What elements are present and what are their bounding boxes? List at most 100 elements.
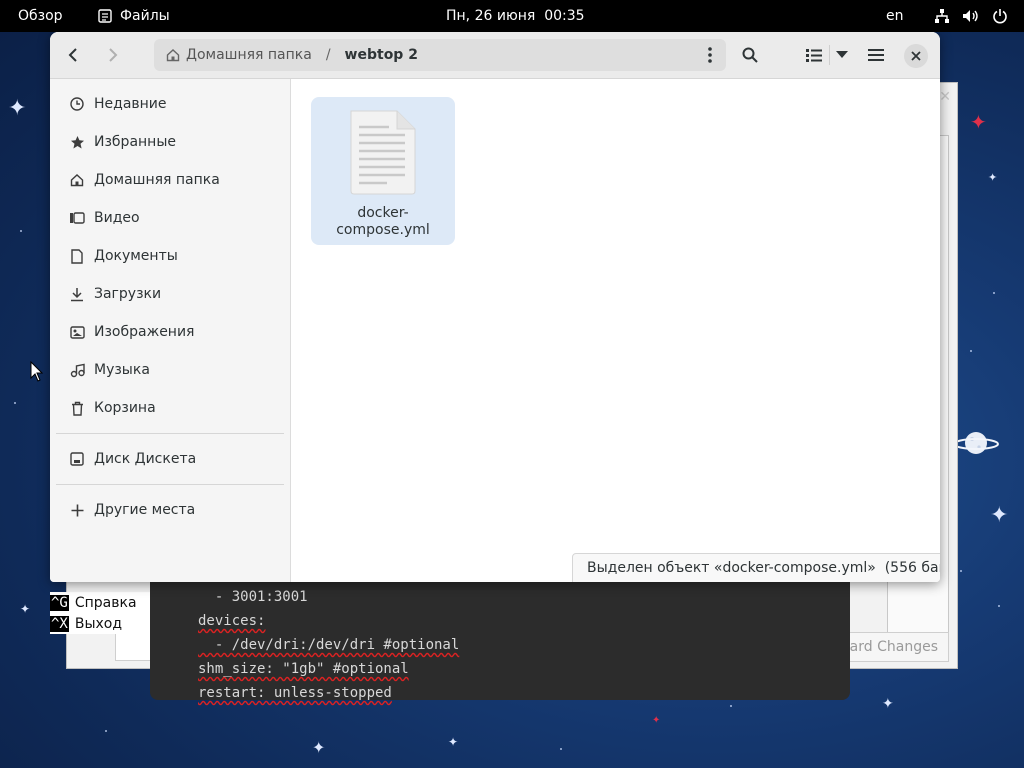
video-icon [68, 209, 86, 227]
home-icon [68, 171, 86, 189]
file-item-docker-compose[interactable]: docker- compose.yml [311, 97, 455, 245]
activities-label: Обзор [18, 8, 63, 24]
top-bar: Обзор Файлы Пн, 26 июня 00:35 en [0, 0, 1024, 32]
sidebar-separator [56, 484, 284, 485]
nano-help-item: ^G Справка [50, 592, 150, 613]
breadcrumb-home[interactable]: Домашняя папка [154, 47, 312, 63]
plus-icon [68, 501, 86, 519]
terminal-line: shm_size: "1gb" #optional [198, 661, 409, 677]
file-name: docker- compose.yml [311, 205, 455, 239]
nano-help-bar: ^G Справка ^X Выход [50, 592, 150, 634]
sidebar-item-label: Видео [94, 210, 140, 226]
terminal-line-text: - /dev/dri:/dev/dri #optional [198, 637, 460, 653]
sidebar-item-label: Недавние [94, 96, 167, 112]
breadcrumb-home-label: Домашняя папка [186, 47, 312, 63]
sidebar-item-videos[interactable]: Видео [50, 200, 290, 236]
terminal-window[interactable]: - 3001:3001 devices: - /dev/dri:/dev/dri… [150, 582, 850, 701]
file-view[interactable]: docker- compose.yml [291, 79, 940, 582]
breadcrumb-current[interactable]: webtop 2 [345, 47, 418, 63]
terminal-line-text: shm_size: "1gb" #optional [198, 661, 409, 677]
app-name-label: Файлы [120, 8, 170, 24]
keyboard-layout-label: en [886, 8, 904, 24]
clock-label: Пн, 26 июня 00:35 [446, 8, 585, 24]
sidebar-item-downloads[interactable]: Загрузки [50, 276, 290, 312]
sidebar-item-home[interactable]: Домашняя папка [50, 162, 290, 198]
breadcrumb-separator: / [325, 47, 331, 63]
sidebar-item-pictures[interactable]: Изображения [50, 314, 290, 350]
power-icon [993, 9, 1007, 24]
view-options-button[interactable] [826, 40, 858, 70]
path-menu-button[interactable] [700, 39, 720, 71]
star-icon: ✦ [882, 696, 894, 712]
volume-icon [963, 10, 978, 22]
main-menu-button[interactable] [860, 40, 892, 70]
sidebar-item-label: Диск Дискета [94, 451, 197, 467]
forward-button[interactable] [96, 40, 128, 70]
sidebar-item-documents[interactable]: Документы [50, 238, 290, 274]
file-name-line: compose.yml [336, 222, 430, 238]
sidebar-item-label: Корзина [94, 400, 156, 416]
sidebar-item-recent[interactable]: Недавние [50, 86, 290, 122]
home-icon [166, 49, 180, 62]
sidebar-item-trash[interactable]: Корзина [50, 390, 290, 426]
star-icon: ✦ [652, 715, 661, 726]
search-button[interactable] [734, 40, 766, 70]
terminal-line: restart: unless-stopped [198, 685, 392, 701]
mouse-cursor-icon [30, 361, 44, 382]
sidebar-item-label: Документы [94, 248, 178, 264]
sidebar-item-label: Избранные [94, 134, 176, 150]
network-icon [935, 9, 949, 23]
document-icon [68, 247, 86, 265]
nano-shortcut-label: Справка [74, 594, 137, 611]
system-menu-button[interactable] [934, 0, 1008, 32]
nano-help-item: ^X Выход [50, 613, 150, 634]
sidebar-item-label: Изображения [94, 324, 195, 340]
star-icon: ✦ [988, 171, 998, 184]
status-bar: Выделен объект «docker-compose.yml» (556… [572, 553, 940, 582]
sidebar-item-floppy[interactable]: Диск Дискета [50, 441, 290, 477]
star-icon: ✦ [448, 735, 459, 749]
text-file-icon [350, 110, 416, 195]
drive-icon [68, 450, 86, 468]
chevron-left-icon [68, 48, 77, 62]
keyboard-layout-button[interactable]: en [886, 0, 904, 32]
file-manager-window[interactable]: Домашняя папка / webtop 2 Недавние Избра… [50, 32, 940, 582]
music-icon [68, 361, 86, 379]
image-icon [68, 323, 86, 341]
discard-changes-label: card Changes [841, 639, 938, 655]
star-icon: ✦ [8, 96, 27, 121]
clock-button[interactable]: Пн, 26 июня 00:35 [446, 0, 585, 32]
chevron-down-icon [836, 51, 848, 58]
clock-icon [68, 95, 86, 113]
path-bar[interactable]: Домашняя папка / webtop 2 [154, 39, 726, 71]
sidebar-item-other-locations[interactable]: Другие места [50, 492, 290, 528]
app-menu-button[interactable]: Файлы [98, 0, 170, 32]
terminal-line-text: devices: [198, 613, 266, 629]
star-icon: ✦ [970, 110, 987, 134]
file-name-line: docker- [357, 205, 409, 221]
download-icon [68, 285, 86, 303]
terminal-line: - 3001:3001 [198, 589, 308, 605]
close-icon [911, 51, 921, 61]
list-view-icon [806, 49, 822, 62]
planet-icon [953, 432, 999, 454]
sidebar-item-starred[interactable]: Избранные [50, 124, 290, 160]
nano-shortcut-key: ^G [50, 594, 69, 611]
terminal-line: devices: [198, 613, 265, 629]
files-app-icon [98, 9, 112, 23]
activities-button[interactable]: Обзор [18, 0, 63, 32]
sidebar-item-label: Другие места [94, 502, 196, 518]
more-vertical-icon [708, 47, 712, 63]
trash-icon [68, 399, 86, 417]
close-window-button[interactable] [904, 44, 928, 68]
search-icon [742, 47, 758, 63]
hamburger-menu-icon [868, 49, 884, 61]
sidebar-item-label: Загрузки [94, 286, 162, 302]
star-icon: ✦ [990, 503, 1009, 528]
sidebar-item-label: Музыка [94, 362, 150, 378]
star-icon: ✦ [312, 738, 326, 757]
star-icon [68, 133, 86, 151]
sidebar-item-music[interactable]: Музыка [50, 352, 290, 388]
back-button[interactable] [58, 40, 90, 70]
terminal-line-text: restart: unless-stopped [198, 685, 392, 701]
